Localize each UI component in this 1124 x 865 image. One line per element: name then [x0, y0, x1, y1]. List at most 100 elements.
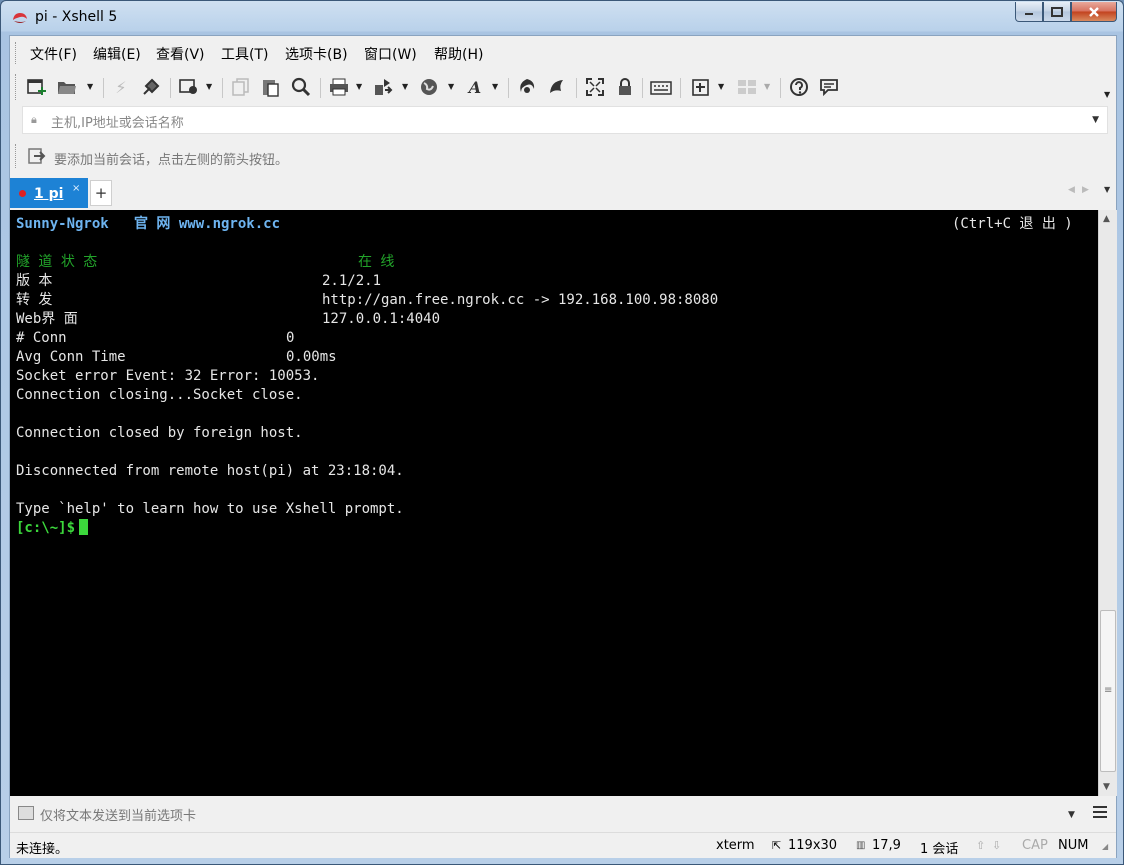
find-icon[interactable]	[290, 76, 312, 98]
chat-icon[interactable]	[818, 76, 840, 98]
disconnect-plug-icon[interactable]	[140, 76, 162, 98]
title-bar[interactable]: pi - Xshell 5	[1, 1, 1123, 35]
toolbar-separator	[170, 78, 171, 98]
menu-window[interactable]: 窗口(W)	[364, 44, 417, 64]
cursor-pos-icon: ▥	[856, 840, 866, 851]
term-row-value: 2.1/2.1	[322, 273, 382, 289]
lock-small-icon: 🔒︎	[31, 113, 37, 126]
cursor-position: 17,9	[872, 838, 901, 853]
minimize-button[interactable]	[1015, 2, 1043, 22]
thumb-grip-icon: ≡	[1104, 685, 1113, 696]
fullscreen-icon[interactable]	[584, 76, 606, 98]
address-dropdown-icon[interactable]: ▼	[1092, 115, 1099, 125]
toolbar: ▼ ⚡ ▼ ▼ ▼ ▼ A ▼ ▼ ▼ ▼	[10, 68, 1116, 104]
term-row-value: http://gan.free.ngrok.cc -> 192.168.100.…	[322, 292, 719, 308]
session-count: 1 会话	[920, 842, 959, 857]
reconnect-icon[interactable]: ⚡	[110, 76, 132, 98]
xshell-icon[interactable]	[546, 76, 568, 98]
compose-dropdown-icon[interactable]: ▼	[1068, 810, 1075, 820]
term-prompt: [c:\~]$	[16, 520, 76, 536]
paste-icon[interactable]	[260, 76, 282, 98]
layout-dropdown-icon[interactable]: ▼	[764, 82, 770, 91]
term-prompt-line: [c:\~]$	[16, 519, 89, 538]
toolbar-separator	[680, 78, 681, 98]
globe-icon[interactable]	[418, 76, 440, 98]
term-line: Connection closed by foreign host.	[16, 425, 303, 441]
transfer-dropdown-icon[interactable]: ▼	[402, 82, 408, 91]
tab-bar: 1 pi × + ◀ ▶ ▼	[10, 176, 1116, 208]
tab-close-icon[interactable]: ×	[72, 183, 80, 194]
term-row-label: Web界 面	[16, 311, 78, 327]
tab-prev-icon[interactable]: ◀	[1068, 185, 1075, 195]
font-icon[interactable]: A	[464, 76, 486, 98]
term-status-value: 在 线	[358, 254, 395, 270]
session-grip	[15, 144, 19, 168]
add-icon[interactable]	[690, 76, 712, 98]
menu-view[interactable]: 查看(V)	[156, 44, 205, 64]
open-folder-icon[interactable]	[56, 76, 78, 98]
menu-edit[interactable]: 编辑(E)	[93, 44, 141, 64]
terminal-scrollbar[interactable]: ▲ ≡ ▼	[1098, 210, 1117, 796]
layout-icon[interactable]	[736, 76, 758, 98]
upload-arrow-icon: ⇧	[976, 839, 986, 852]
xftp-icon[interactable]	[516, 76, 538, 98]
tab-pi[interactable]: 1 pi ×	[10, 178, 88, 208]
help-icon[interactable]	[788, 76, 810, 98]
menu-tools[interactable]: 工具(T)	[221, 44, 268, 64]
menu-tab[interactable]: 选项卡(B)	[285, 44, 348, 64]
copy-icon[interactable]	[230, 76, 252, 98]
address-bar[interactable]: 🔒︎ 主机,IP地址或会话名称 ▼	[22, 106, 1108, 134]
tab-list-dropdown-icon[interactable]: ▼	[1104, 185, 1110, 194]
transfer-icon[interactable]	[372, 76, 394, 98]
open-dropdown-icon[interactable]: ▼	[87, 82, 93, 91]
toolbar-separator	[576, 78, 577, 98]
compose-placeholder: 仅将文本发送到当前选项卡	[40, 809, 197, 824]
status-bar: 未连接。 xterm ⇱ 119x30 ▥ 17,9 1 会话 ⇧ ⇩ CAP …	[10, 832, 1116, 858]
term-line: Type `help' to learn how to use Xshell p…	[16, 501, 404, 517]
term-row-label: Avg Conn Time	[16, 349, 126, 365]
new-session-icon[interactable]	[26, 76, 48, 98]
window-title: pi - Xshell 5	[35, 9, 118, 25]
toolbar-separator	[222, 78, 223, 98]
font-dropdown-icon[interactable]: ▼	[492, 82, 498, 91]
scroll-up-icon[interactable]: ▲	[1103, 214, 1110, 224]
term-row-value: 0.00ms	[286, 349, 337, 365]
close-button[interactable]	[1071, 2, 1117, 22]
address-input[interactable]: 主机,IP地址或会话名称	[51, 112, 184, 131]
caption-buttons	[1015, 2, 1117, 22]
terminal-type: xterm	[716, 838, 755, 853]
maximize-button[interactable]	[1043, 2, 1071, 22]
print-dropdown-icon[interactable]: ▼	[356, 82, 362, 91]
resize-grip-icon[interactable]: ◢	[1102, 842, 1108, 851]
connection-status: 未连接。	[16, 842, 69, 857]
hamburger-menu-icon[interactable]	[1092, 804, 1108, 820]
menu-grip	[15, 42, 19, 64]
menu-bar: 文件(F) 编辑(E) 查看(V) 工具(T) 选项卡(B) 窗口(W) 帮助(…	[10, 36, 1116, 68]
term-row-label: # Conn	[16, 330, 67, 346]
minimize-icon	[1025, 12, 1033, 15]
toolbar-overflow-icon[interactable]: ▼	[1104, 90, 1110, 99]
keyboard-icon[interactable]	[650, 76, 672, 98]
menu-file[interactable]: 文件(F)	[30, 44, 77, 64]
scrollbar-thumb[interactable]: ≡	[1100, 610, 1116, 772]
size-icon: ⇱	[772, 839, 782, 852]
print-icon[interactable]	[328, 76, 350, 98]
properties-dropdown-icon[interactable]: ▼	[206, 82, 212, 91]
tab-next-icon[interactable]: ▶	[1082, 185, 1089, 195]
tab-label: 1 pi	[34, 186, 64, 202]
new-tab-button[interactable]: +	[90, 180, 112, 206]
download-arrow-icon: ⇩	[992, 839, 1002, 852]
compose-input[interactable]: 仅将文本发送到当前选项卡 ▼	[10, 798, 1086, 828]
lock-icon[interactable]	[614, 76, 636, 98]
term-line: Disconnected from remote host(pi) at 23:…	[16, 463, 404, 479]
toolbar-separator	[103, 78, 104, 98]
globe-dropdown-icon[interactable]: ▼	[448, 82, 454, 91]
terminal[interactable]: Sunny-Ngrok 官 网 www.ngrok.cc (Ctrl+C 退 出…	[10, 210, 1098, 796]
scroll-down-icon[interactable]: ▼	[1103, 782, 1110, 792]
caps-indicator: CAP	[1022, 838, 1048, 853]
properties-icon[interactable]	[178, 76, 200, 98]
menu-help[interactable]: 帮助(H)	[434, 44, 483, 64]
add-dropdown-icon[interactable]: ▼	[718, 82, 724, 91]
session-bar: 要添加当前会话，点击左侧的箭头按钮。	[10, 140, 1116, 172]
add-session-arrow-icon[interactable]	[28, 147, 46, 165]
